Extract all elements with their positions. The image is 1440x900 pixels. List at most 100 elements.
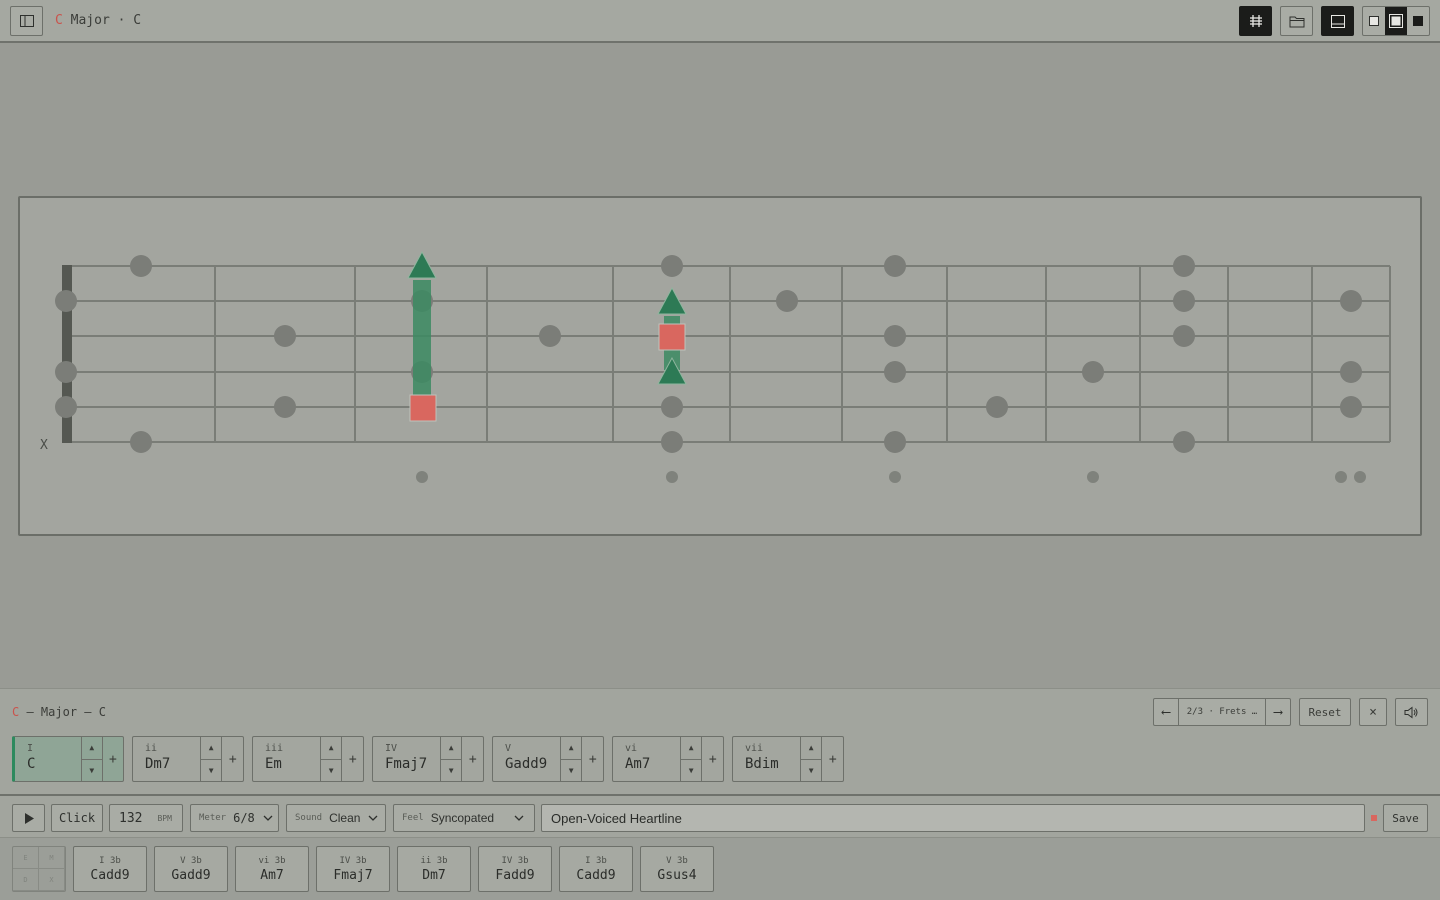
chord-up-button[interactable]: ▲: [81, 737, 102, 760]
chord-down-button[interactable]: ▼: [82, 760, 102, 782]
strip-grid-toggle[interactable]: EMDX: [12, 846, 66, 892]
layout-small-icon: [1369, 16, 1379, 26]
chord-card-body[interactable]: IV Fmaj7: [373, 737, 440, 781]
play-button[interactable]: [12, 804, 45, 832]
string-lines: [64, 265, 1390, 443]
add-chord-button[interactable]: +: [461, 737, 483, 781]
meter-select[interactable]: Meter 6/8: [190, 804, 279, 832]
play-icon: [24, 812, 34, 824]
bpm-field[interactable]: 132 BPM: [109, 804, 183, 832]
chord-card-body[interactable]: ii Dm7: [133, 737, 200, 781]
scale-note: [884, 431, 906, 453]
chord-down-button[interactable]: ▼: [321, 760, 342, 782]
chord-down-button[interactable]: ▼: [561, 760, 582, 782]
toggle-bottom-panel-button[interactable]: [1321, 6, 1354, 36]
progression-item-chord: Dm7: [422, 868, 446, 883]
sidebar-toggle-icon: [19, 15, 34, 27]
chord-down-button[interactable]: ▼: [441, 760, 462, 782]
chord-stepper: ▲ ▼: [679, 737, 702, 782]
progression-item[interactable]: I 3b Cadd9: [73, 846, 147, 892]
meter-value: 6/8: [233, 811, 255, 825]
barre-bar: [413, 280, 431, 402]
feel-select[interactable]: Feel Syncopated: [393, 804, 535, 832]
scale-note: [274, 325, 296, 347]
sidebar-toggle-button[interactable]: [10, 6, 43, 36]
chord-up-button[interactable]: ▲: [560, 737, 582, 760]
feel-label: Feel: [402, 813, 424, 823]
progression-item[interactable]: ii 3b Dm7: [397, 846, 471, 892]
layout-small-button[interactable]: [1363, 7, 1385, 35]
chord-name: Dm7: [145, 756, 171, 772]
chord-down-button[interactable]: ▼: [801, 760, 822, 782]
save-button[interactable]: Save: [1383, 804, 1428, 832]
fret-inlay-dot: [889, 471, 901, 483]
chord-card-body[interactable]: IC: [15, 737, 81, 781]
close-button[interactable]: ×: [1359, 698, 1387, 726]
scale-note: [884, 255, 906, 277]
scale-note: [1173, 325, 1195, 347]
breadcrumb-title: Major · C: [70, 13, 142, 28]
scale-note: [1173, 431, 1195, 453]
open-folder-button[interactable]: [1280, 6, 1313, 36]
progression-item[interactable]: IV 3b Fmaj7: [316, 846, 390, 892]
chord-card-body[interactable]: iii Em: [253, 737, 320, 781]
click-toggle-button[interactable]: Click: [51, 804, 103, 832]
chord-card[interactable]: IV Fmaj7 ▲ ▼ +: [372, 736, 484, 782]
chord-card-body[interactable]: V Gadd9: [493, 737, 560, 781]
progression-item[interactable]: vi 3b Am7: [235, 846, 309, 892]
sound-select[interactable]: Sound Clean: [286, 804, 386, 832]
add-chord-button[interactable]: +: [581, 737, 603, 781]
chord-card-body[interactable]: vi Am7: [613, 737, 680, 781]
add-chord-button[interactable]: +: [341, 737, 363, 781]
layout-full-button[interactable]: [1407, 7, 1429, 35]
reset-button[interactable]: Reset: [1299, 698, 1351, 726]
add-chord-button[interactable]: +: [221, 737, 243, 781]
fretboard-grid-button[interactable]: [1239, 6, 1272, 36]
chord-card[interactable]: vii Bdim ▲ ▼ +: [732, 736, 844, 782]
chord-up-button[interactable]: ▲: [440, 737, 462, 760]
grid-icon: [1249, 15, 1262, 27]
top-bar: C Major · C: [0, 0, 1440, 43]
add-chord-button[interactable]: +: [821, 737, 843, 781]
scale-note: [884, 361, 906, 383]
third-square-marker[interactable]: [658, 323, 686, 351]
scale-note: [1340, 361, 1362, 383]
fret-lines: [214, 266, 1391, 442]
scale-note: [55, 396, 77, 418]
chord-up-button[interactable]: ▲: [200, 737, 222, 760]
scale-note: [274, 396, 296, 418]
audio-button[interactable]: [1395, 698, 1428, 726]
layout-medium-button[interactable]: [1385, 7, 1407, 35]
chord-card[interactable]: ii Dm7 ▲ ▼ +: [132, 736, 244, 782]
chord-card[interactable]: I C ▲ ▼ +: [12, 736, 124, 782]
chord-card[interactable]: vi Am7 ▲ ▼ +: [612, 736, 724, 782]
progression-name-input[interactable]: Open-Voiced Heartline: [541, 804, 1365, 832]
chord-card[interactable]: iii Em ▲ ▼ +: [252, 736, 364, 782]
chord-down-button[interactable]: ▼: [681, 760, 702, 782]
chord-card[interactable]: V Gadd9 ▲ ▼ +: [492, 736, 604, 782]
next-position-button[interactable]: ⟶: [1266, 699, 1290, 725]
prev-position-button[interactable]: ⟵: [1154, 699, 1178, 725]
third-square-marker[interactable]: [409, 394, 437, 422]
chord-up-button[interactable]: ▲: [320, 737, 342, 760]
chord-card-body[interactable]: vii Bdim: [733, 737, 800, 781]
chord-up-button[interactable]: ▲: [800, 737, 822, 760]
scale-note: [55, 361, 77, 383]
progression-item-degree: IV 3b: [339, 856, 367, 866]
transport-bar: Click 132 BPM Meter 6/8 Sound Clean Feel…: [0, 794, 1440, 838]
chord-up-button[interactable]: ▲: [680, 737, 702, 760]
breadcrumb: C Major · C: [55, 13, 141, 28]
chord-down-button[interactable]: ▼: [201, 760, 222, 782]
folder-icon: [1289, 16, 1304, 27]
progression-item-degree: V 3b: [666, 856, 688, 866]
add-chord-button[interactable]: +: [101, 737, 123, 781]
add-chord-button[interactable]: +: [701, 737, 723, 781]
progression-item[interactable]: V 3b Gsus4: [640, 846, 714, 892]
fretboard-panel: X: [18, 196, 1422, 536]
progression-item[interactable]: IV 3b Fadd9: [478, 846, 552, 892]
chord-stepper: ▲ ▼: [799, 737, 822, 782]
progression-item[interactable]: V 3b Gadd9: [154, 846, 228, 892]
progression-item[interactable]: I 3b Cadd9: [559, 846, 633, 892]
chord-roman: vi: [625, 743, 638, 754]
chord-panel: C – Major – C ⟵ 2/3 · Frets … ⟶ Reset × …: [0, 688, 1440, 794]
